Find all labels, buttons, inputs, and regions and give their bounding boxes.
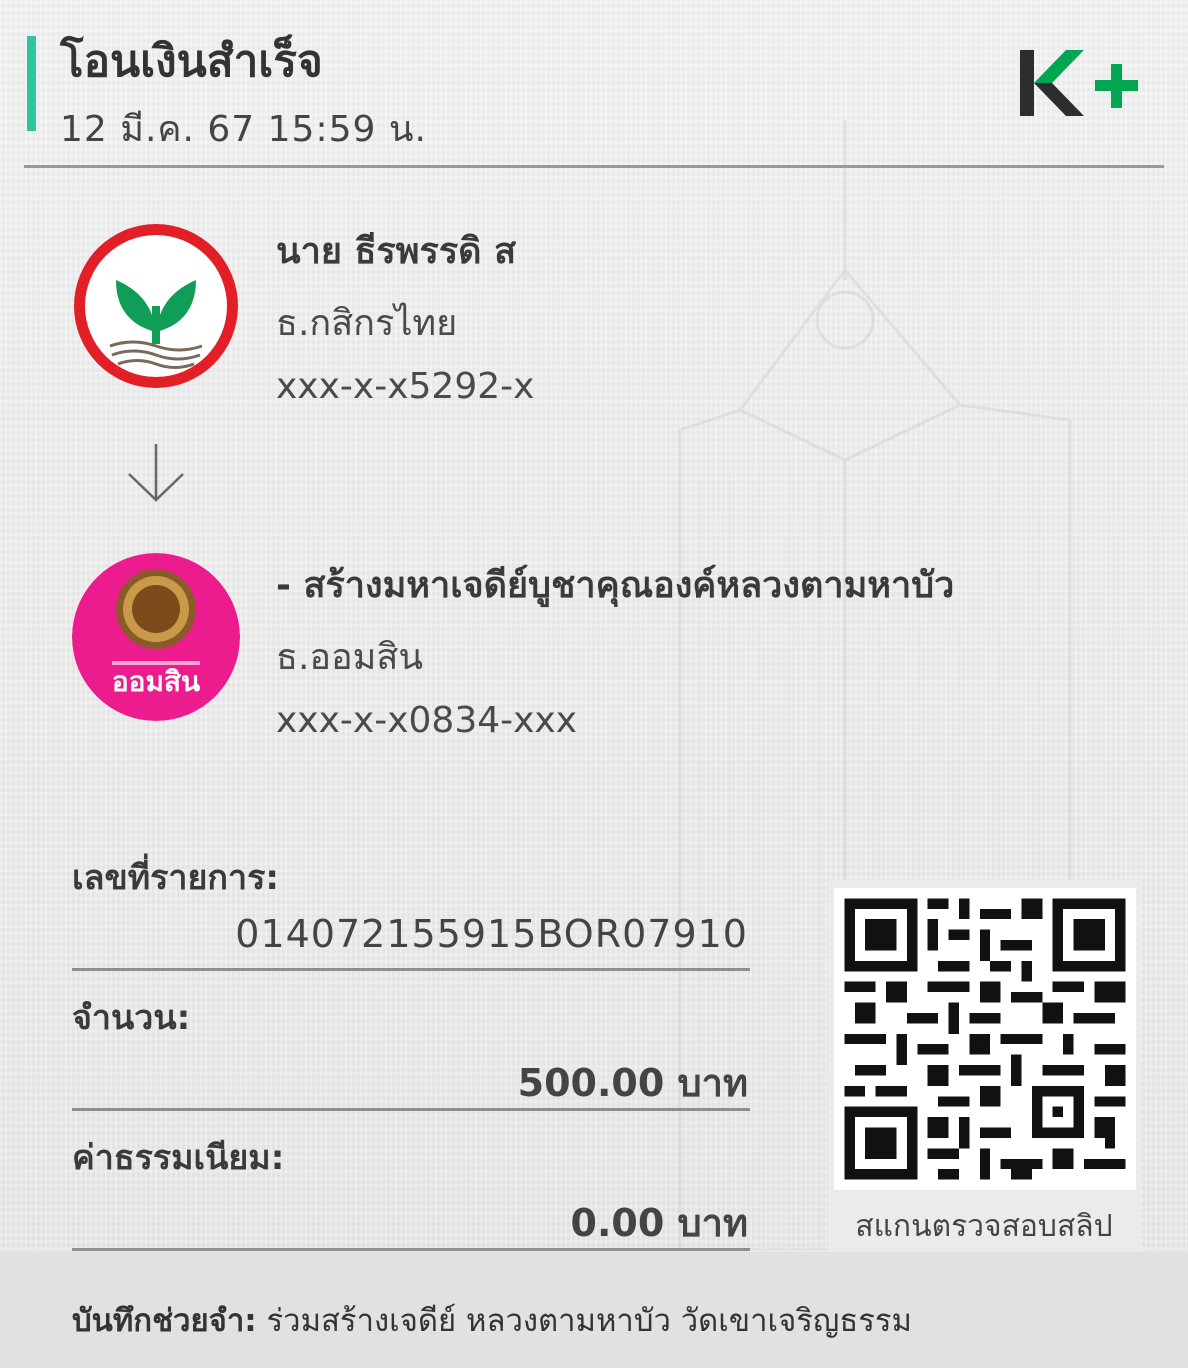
qr-code-icon: [844, 898, 1126, 1180]
memo-text: ร่วมสร้างเจดีย์ หลวงตามหาบัว วัดเขาเจริญ…: [266, 1303, 912, 1339]
receiver-account: xxx-x-x0834-xxx: [276, 700, 578, 741]
sender-bank: ธ.กสิกรไทย: [276, 303, 458, 344]
amount-value: 500.00 บาท: [517, 1061, 748, 1105]
qr-caption: สแกนตรวจสอบสลิป: [855, 1209, 1113, 1244]
fee-value: 0.00 บาท: [570, 1201, 749, 1245]
header-divider: [24, 165, 1164, 168]
sender-account: xxx-x-x5292-x: [276, 366, 535, 407]
fee-label: ค่าธรรมเนียม:: [72, 1138, 285, 1178]
header-accent-bar: [27, 36, 36, 131]
receiver-name: - สร้างมหาเจดีย์บูชาคุณองค์หลวงตามหาบัว: [276, 565, 955, 606]
verification-qr-code[interactable]: [834, 888, 1136, 1190]
government-savings-bank-logo: ออมสิน: [72, 553, 240, 721]
page-title: โอนเงินสำเร็จ: [60, 36, 323, 87]
arrow-down-icon: [128, 444, 184, 502]
amount-divider: [72, 1108, 750, 1111]
fee-divider: [72, 1248, 750, 1251]
transaction-id-divider: [72, 968, 750, 971]
sender-name: นาย ธีรพรรดิ ส: [276, 231, 517, 272]
kasikornbank-logo: [74, 224, 238, 388]
memo: บันทึกช่วยจำ: ร่วมสร้างเจดีย์ หลวงตามหาบ…: [72, 1295, 912, 1345]
amount-label: จำนวน:: [72, 998, 191, 1038]
transaction-id-value: 014072155915BOR07910: [235, 912, 748, 956]
kplus-logo: [1020, 50, 1138, 116]
receiver-bank: ธ.ออมสิน: [276, 637, 423, 678]
memo-label: บันทึกช่วยจำ:: [72, 1303, 257, 1339]
gsb-logo-text: ออมสิน: [112, 665, 200, 698]
transfer-datetime: 12 มี.ค. 67 15:59 น.: [60, 109, 427, 150]
transaction-id-label: เลขที่รายการ:: [72, 858, 279, 898]
